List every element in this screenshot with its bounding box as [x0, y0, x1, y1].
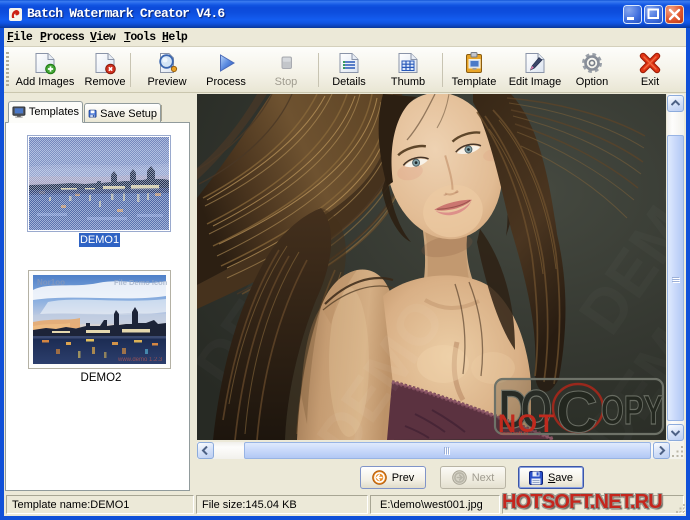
- svg-text:OPY: OPY: [601, 387, 663, 433]
- svg-text:C: C: [556, 380, 598, 440]
- svg-text:www.soft.ru: www.soft.ru: [499, 431, 528, 437]
- svg-text:Nor1oo: Nor1oo: [37, 278, 65, 287]
- svg-text:File Demo Icon: File Demo Icon: [114, 278, 168, 287]
- svg-text:www.demo 1.2.3: www.demo 1.2.3: [117, 357, 163, 363]
